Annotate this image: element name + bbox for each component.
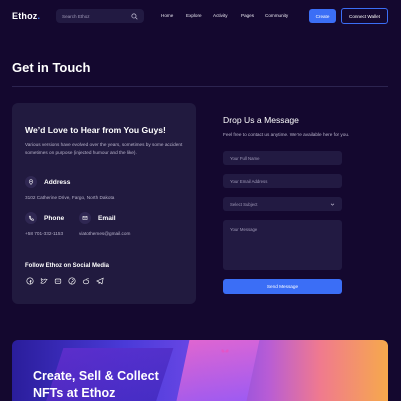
nav-community[interactable]: Community	[265, 13, 288, 18]
phone-label: Phone	[44, 215, 65, 222]
email-placeholder: Your Email Address	[230, 178, 268, 184]
telegram-icon[interactable]	[95, 276, 104, 285]
logo[interactable]: Ethoz.	[12, 11, 40, 21]
search-input[interactable]: Search Ethoz	[56, 9, 144, 23]
contact-info-card: We’d Love to Hear from You Guys! Various…	[12, 103, 196, 304]
top-header: Ethoz. Search Ethoz Home Explore Activit…	[0, 0, 401, 33]
form-title: Drop Us a Message	[223, 115, 299, 125]
email-field[interactable]: Your Email Address	[223, 174, 342, 188]
discord-icon[interactable]	[53, 276, 62, 285]
send-message-button[interactable]: Send Message	[223, 279, 342, 294]
address-label: Address	[44, 179, 71, 186]
subject-placeholder: Select Subject	[230, 201, 258, 207]
email-value[interactable]: viatothemes@gmail.com	[79, 231, 130, 236]
pinterest-icon[interactable]	[67, 276, 76, 285]
reddit-icon[interactable]	[81, 276, 90, 285]
social-title: Follow Ethoz on Social Media	[25, 263, 110, 269]
chevron-down-icon	[330, 203, 335, 206]
location-icon	[25, 176, 37, 188]
search-placeholder: Search Ethoz	[62, 13, 90, 19]
card-title: We’d Love to Hear from You Guys!	[25, 125, 166, 135]
create-button[interactable]: Create	[309, 9, 336, 23]
banner-headline: Create, Sell & Collect NFTs at Ethoz	[33, 368, 213, 401]
banner-line-1: Create, Sell & Collect	[33, 369, 159, 383]
banner-line-2: NFTs at Ethoz	[33, 386, 116, 400]
phone-value[interactable]: +58 701-332-1153	[25, 231, 63, 236]
nav-home[interactable]: Home	[161, 13, 173, 18]
butterfly-icon	[221, 349, 229, 353]
address-value: 3102 Catherine Drive, Fargo, North Dakot…	[25, 195, 115, 200]
full-name-placeholder: Your Full Name	[230, 155, 260, 161]
nav-explore[interactable]: Explore	[186, 13, 202, 18]
card-description: Various versions have evolved over the y…	[25, 142, 183, 155]
connect-wallet-button[interactable]: Connect Wallet	[341, 8, 388, 24]
message-placeholder: Your Message	[230, 227, 258, 232]
email-label: Email	[98, 215, 116, 222]
page-title: Get in Touch	[12, 60, 91, 75]
twitter-icon[interactable]	[39, 276, 48, 285]
mail-icon	[79, 212, 91, 224]
nav-pages[interactable]: Pages	[241, 13, 254, 18]
subject-select[interactable]: Select Subject	[223, 197, 342, 211]
full-name-field[interactable]: Your Full Name	[223, 151, 342, 165]
phone-icon	[25, 212, 37, 224]
divider	[12, 86, 388, 87]
logo-text: Ethoz	[12, 11, 38, 21]
form-description: Feel free to contact us anytime. We’re a…	[223, 132, 350, 137]
logo-dot: .	[37, 11, 41, 21]
search-icon[interactable]	[131, 12, 138, 20]
facebook-icon[interactable]	[25, 276, 34, 285]
nav-activity[interactable]: Activity	[213, 13, 228, 18]
promo-banner: Create, Sell & Collect NFTs at Ethoz	[12, 340, 388, 401]
message-field[interactable]: Your Message	[223, 220, 342, 270]
